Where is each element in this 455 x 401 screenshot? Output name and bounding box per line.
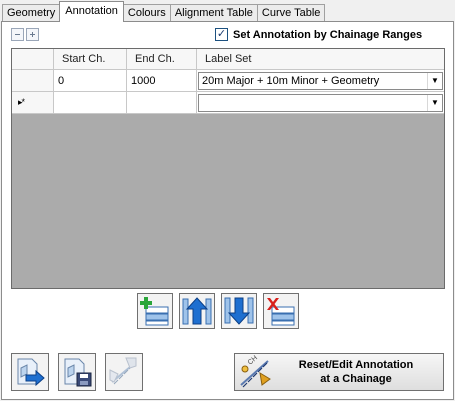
grid-header: Start Ch. End Ch. Label Set (12, 49, 444, 70)
delete-row-icon (267, 298, 295, 326)
column-header-start[interactable]: Start Ch. (54, 49, 127, 70)
chevron-down-icon[interactable]: ▼ (427, 72, 442, 89)
new-label-set-dropdown[interactable]: ▼ (198, 93, 443, 112)
table-row[interactable]: 0 1000 20m Major + 10m Minor + Geometry … (12, 70, 444, 92)
label-set-value: 20m Major + 10m Minor + Geometry (202, 74, 380, 87)
annotation-panel: ✓ Set Annotation by Chainage Ranges Star… (1, 21, 454, 400)
start-chainage-cell[interactable]: 0 (54, 70, 127, 92)
save-button[interactable] (58, 353, 96, 391)
new-row[interactable]: ▸* ▼ (12, 92, 444, 114)
export-button[interactable] (11, 353, 49, 391)
reset-button-label: Reset/Edit Annotation at a Chainage (275, 358, 443, 386)
tab-curve-table[interactable]: Curve Table (256, 4, 326, 22)
row-selector[interactable] (12, 70, 54, 92)
svg-text:CH: CH (247, 355, 259, 367)
mini-toolbar (11, 28, 39, 41)
tab-geometry[interactable]: Geometry (2, 4, 61, 22)
reset-edit-annotation-button[interactable]: CH Reset/Edit Annotation at a Chainage (234, 353, 444, 391)
add-row-icon (140, 297, 169, 326)
new-start-chainage-cell[interactable] (54, 92, 127, 114)
set-annotation-option[interactable]: ✓ Set Annotation by Chainage Ranges (215, 28, 422, 41)
reset-button-line2: at a Chainage (320, 373, 392, 385)
reset-button-line1: Reset/Edit Annotation (298, 359, 414, 371)
column-header-end[interactable]: End Ch. (127, 49, 197, 70)
move-down-icon (224, 297, 254, 325)
label-set-dropdown[interactable]: 20m Major + 10m Minor + Geometry ▼ (198, 71, 443, 90)
column-header-label-set[interactable]: Label Set (197, 49, 444, 70)
add-row-button[interactable] (137, 293, 173, 329)
new-row-marker-icon: ▸* (18, 97, 25, 107)
tab-strip: Geometry Annotation Colours Alignment Ta… (2, 1, 326, 22)
export-icon (17, 358, 45, 387)
label-set-cell[interactable]: 20m Major + 10m Minor + Geometry ▼ (197, 70, 444, 92)
chainage-ranges-grid[interactable]: Start Ch. End Ch. Label Set 0 1000 20m M… (11, 48, 445, 289)
new-row-selector[interactable]: ▸* (12, 92, 54, 114)
edit-settings-icon (109, 357, 137, 385)
save-icon (64, 358, 92, 387)
row-action-buttons (137, 293, 299, 329)
file-action-buttons (11, 353, 143, 391)
tab-colours[interactable]: Colours (122, 4, 171, 22)
edit-settings-button[interactable] (105, 353, 143, 391)
set-annotation-label: Set Annotation by Chainage Ranges (233, 28, 423, 41)
new-end-chainage-cell[interactable] (127, 92, 197, 114)
delete-row-button[interactable] (263, 293, 299, 329)
collapse-all-icon[interactable] (11, 28, 24, 41)
tab-alignment-table[interactable]: Alignment Table (169, 4, 258, 22)
chevron-down-icon[interactable]: ▼ (427, 94, 442, 111)
end-chainage-cell[interactable]: 1000 (127, 70, 197, 92)
move-up-button[interactable] (179, 293, 215, 329)
move-up-icon (182, 297, 212, 325)
tab-annotation[interactable]: Annotation (59, 1, 124, 22)
reset-chainage-icon: CH (235, 354, 275, 390)
move-down-button[interactable] (221, 293, 257, 329)
new-label-set-cell[interactable]: ▼ (197, 92, 444, 114)
row-header-corner (12, 49, 54, 70)
expand-all-icon[interactable] (26, 28, 39, 41)
set-annotation-checkbox[interactable]: ✓ (215, 28, 228, 41)
